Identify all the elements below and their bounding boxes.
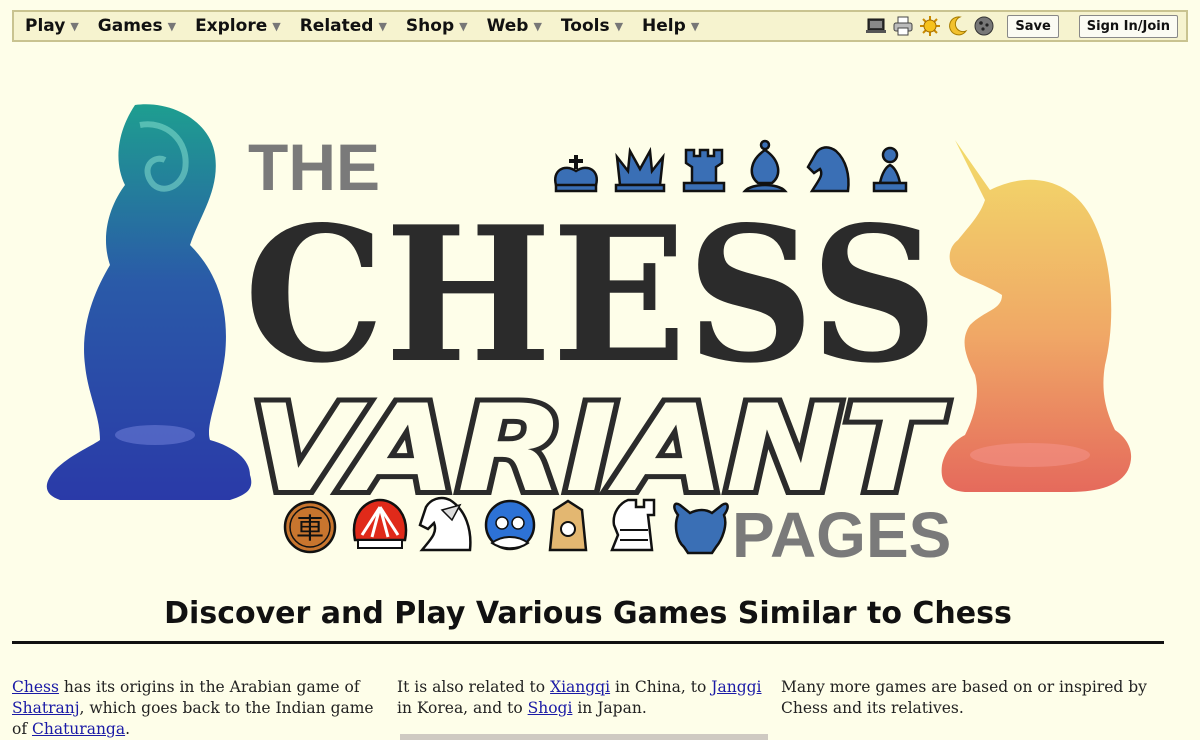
menu-tools-area: Save Sign In/Join [860, 12, 1186, 40]
intro-column-3: Many more games are based on or inspired… [781, 677, 1161, 719]
rook-knight-icon [610, 498, 656, 552]
printer-icon[interactable] [892, 15, 914, 37]
menu-explore[interactable]: Explore ▼ [184, 12, 289, 40]
shogi-piece-icon [548, 499, 588, 552]
menu-tools[interactable]: Tools ▼ [550, 12, 631, 40]
top-menu-bar: Play ▼ Games ▼ Explore ▼ Related ▼ Shop ▼ Web… [12, 10, 1188, 42]
caret-down-icon: ▼ [70, 19, 79, 33]
caret-down-icon: ▼ [459, 19, 468, 33]
column-2-text-3: in Japan. [572, 699, 647, 717]
piece-row-top [553, 139, 908, 193]
caret-down-icon: ▼ [614, 19, 624, 33]
column-1-text-1: has its origins in the Arabian game of [58, 678, 360, 696]
column-2-text-2: in Korea, and to [397, 699, 528, 717]
menu-tools-label: Tools [560, 16, 610, 36]
menu-web[interactable]: Web ▼ [476, 12, 550, 40]
caret-down-icon: ▼ [272, 19, 281, 33]
left-knight-image [46, 104, 252, 500]
divider [12, 641, 1164, 644]
column-2-text-0: It is also related to [397, 678, 551, 696]
link-shatranj[interactable]: Shatranj [12, 699, 80, 717]
page-tagline: Discover and Play Various Games Similar … [164, 596, 1012, 631]
intro-column-1: Chess has its origins in the Arabian gam… [12, 677, 384, 740]
logo-word-chess: CHESS [244, 185, 938, 404]
cookie-icon[interactable] [973, 15, 995, 37]
menu-related-label: Related [299, 16, 374, 36]
link-janggi[interactable]: Janggi [711, 678, 761, 696]
link-xiangqi[interactable]: Xiangqi [550, 678, 610, 696]
sun-icon[interactable] [919, 15, 941, 37]
bull-piece-icon [673, 502, 729, 555]
caret-down-icon: ▼ [167, 19, 177, 33]
laptop-icon[interactable] [865, 15, 887, 37]
caret-down-icon: ▼ [690, 19, 700, 33]
caret-down-icon: ▼ [533, 19, 542, 33]
xiangqi-piece-icon: 車 [283, 500, 337, 554]
menu-play[interactable]: Play ▼ [14, 12, 87, 40]
menu-web-label: Web [486, 16, 529, 36]
column-1-text-3: . [125, 720, 131, 738]
link-chess[interactable]: Chess [12, 678, 59, 696]
menu-help[interactable]: Help ▼ [631, 12, 707, 40]
intro-column-2: It is also related to Xiangqi in China, … [397, 677, 769, 719]
column-2-image [400, 734, 768, 740]
menu-help-label: Help [642, 16, 686, 36]
column-3-text-0: Many more games are based on or inspired… [781, 678, 1147, 717]
menu-games-label: Games [97, 16, 163, 36]
menu-shop[interactable]: Shop ▼ [395, 12, 476, 40]
face-piece-icon [484, 499, 536, 551]
logo-word-pages: PAGES [732, 499, 951, 570]
sign-in-button[interactable]: Sign In/Join [1078, 14, 1178, 38]
moon-icon[interactable] [946, 15, 968, 37]
menu-explore-label: Explore [195, 16, 268, 36]
site-logo[interactable]: THE CHESS VARIANT 車 PAGES [40, 95, 1140, 570]
bishop-icon [742, 139, 788, 193]
save-button[interactable]: Save [1007, 14, 1059, 38]
menu-shop-label: Shop [405, 16, 455, 36]
svg-text:車: 車 [296, 512, 324, 545]
menu-related[interactable]: Related ▼ [289, 12, 395, 40]
right-knight-image [941, 140, 1132, 492]
column-2-text-1: in China, to [610, 678, 712, 696]
caret-down-icon: ▼ [378, 19, 387, 33]
link-shogi[interactable]: Shogi [528, 699, 573, 717]
shell-piece-icon [352, 498, 408, 549]
menu-play-label: Play [25, 16, 66, 36]
menu-games[interactable]: Games ▼ [87, 12, 184, 40]
link-chaturanga[interactable]: Chaturanga [32, 720, 125, 738]
